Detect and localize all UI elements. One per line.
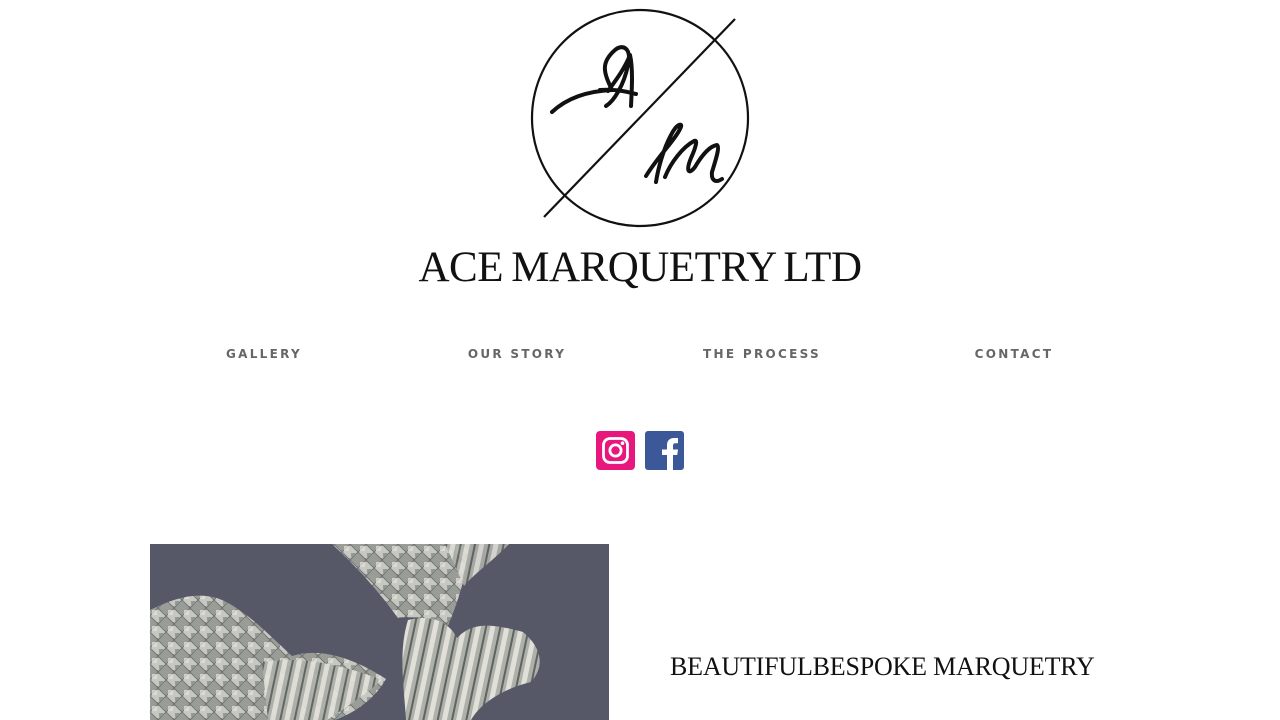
fish-marquetry-image: [150, 544, 609, 720]
page: ACE MARQUETRY LTD GALLERY OUR STORY THE …: [0, 0, 1280, 720]
nav-contact[interactable]: CONTACT: [975, 346, 1054, 362]
logo[interactable]: [520, 5, 760, 230]
nav-the-process[interactable]: THE PROCESS: [703, 346, 821, 362]
instagram-icon[interactable]: [596, 431, 635, 470]
nav-gallery[interactable]: GALLERY: [226, 346, 302, 362]
facebook-icon[interactable]: [645, 431, 684, 470]
brand-name: ACE MARQUETRY LTD: [418, 244, 862, 291]
nav-our-story[interactable]: OUR STORY: [468, 346, 566, 362]
hero-image: [150, 544, 609, 720]
hero-title: BEAUTIFULBESPOKE MARQUETRY: [670, 652, 1095, 681]
